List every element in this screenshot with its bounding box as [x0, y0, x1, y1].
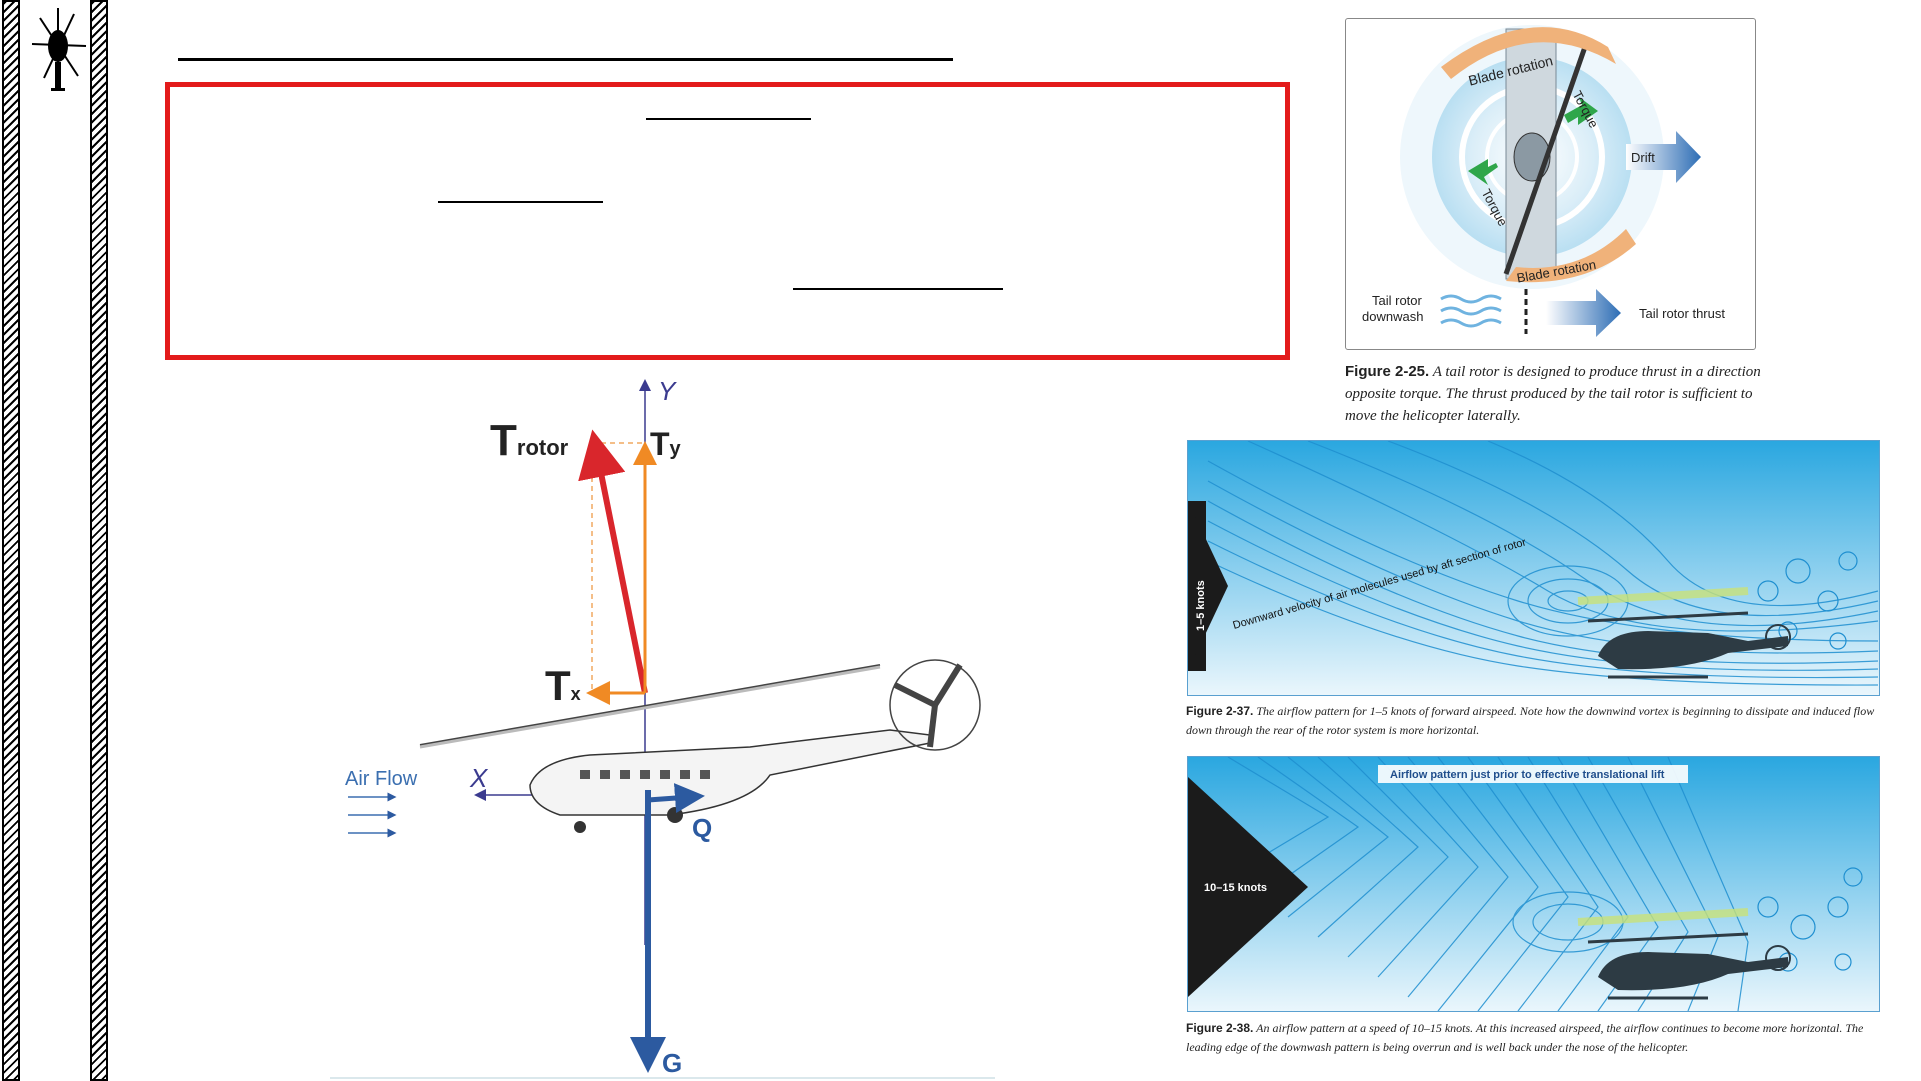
- air-flow-label: Air Flow: [345, 768, 418, 790]
- caption-figure-number: Figure 2-37.: [1186, 704, 1254, 718]
- g-label: G: [662, 1048, 682, 1078]
- tail-rotor-thrust-label: Tail rotor thrust: [1639, 306, 1725, 321]
- tail-rotor-downwash-label-2: downwash: [1362, 309, 1423, 324]
- tx-main: T: [545, 662, 571, 709]
- caption-figure-number: Figure 2-25.: [1345, 363, 1430, 380]
- t-rotor-sub: rotor: [517, 435, 569, 460]
- drift-label: Drift: [1631, 150, 1655, 165]
- ty-label: Ty: [650, 426, 682, 462]
- figure-2-38-caption: Figure 2-38. An airflow pattern at a spe…: [1186, 1019, 1886, 1057]
- tx-sub: x: [571, 684, 581, 704]
- q-arrow: [647, 783, 705, 814]
- figure-2-37-caption: Figure 2-37. The airflow pattern for 1–5…: [1186, 702, 1886, 740]
- caption-text: The airflow pattern for 1–5 knots of for…: [1186, 704, 1875, 737]
- ty-main: T: [650, 426, 670, 462]
- airflow-figure-10-15-knots: 10–15 knots Airflow pattern just prior t…: [1187, 756, 1880, 1012]
- tx-label: Tx: [545, 662, 581, 709]
- air-flow-arrows: [348, 792, 397, 838]
- t-rotor-label: Trotor: [490, 416, 569, 465]
- speed-label: 1–5 knots: [1195, 580, 1207, 631]
- figure-2-25-caption: Figure 2-25. A tail rotor is designed to…: [1345, 361, 1775, 427]
- caption-figure-number: Figure 2-38.: [1186, 1021, 1254, 1035]
- tail-rotor-downwash-label-1: Tail rotor: [1372, 293, 1423, 308]
- blank-underline-3: [793, 288, 1003, 290]
- y-axis-label: Y: [658, 376, 677, 406]
- helicopter-force-diagram: Y X G Q Trotor Ty Tx Air Flow: [330, 376, 995, 1079]
- right-hatched-border: [90, 0, 108, 1081]
- helicopter-logo-icon: [31, 8, 87, 91]
- airflow-figure-1-5-knots: 1–5 knots Downward velocity of air molec…: [1187, 440, 1880, 696]
- q-label: Q: [692, 813, 712, 843]
- speed-label: 10–15 knots: [1204, 882, 1267, 894]
- blank-underline-1: [646, 118, 811, 120]
- ty-sub: y: [670, 438, 682, 460]
- helicopter-illustration: [419, 659, 981, 833]
- text-box: [165, 82, 1290, 360]
- t-rotor-main: T: [490, 416, 517, 465]
- tail-rotor-figure: Blade rotation Blade rotation Torque Tor…: [1345, 18, 1756, 350]
- banner-label: Airflow pattern just prior to effective …: [1390, 769, 1665, 781]
- x-axis-label: X: [469, 763, 489, 793]
- left-hatched-border: [2, 0, 20, 1081]
- caption-text: An airflow pattern at a speed of 10–15 k…: [1186, 1021, 1864, 1054]
- title-underline: [178, 58, 953, 61]
- t-rotor-arrow: [578, 429, 648, 694]
- blank-underline-2: [438, 201, 603, 203]
